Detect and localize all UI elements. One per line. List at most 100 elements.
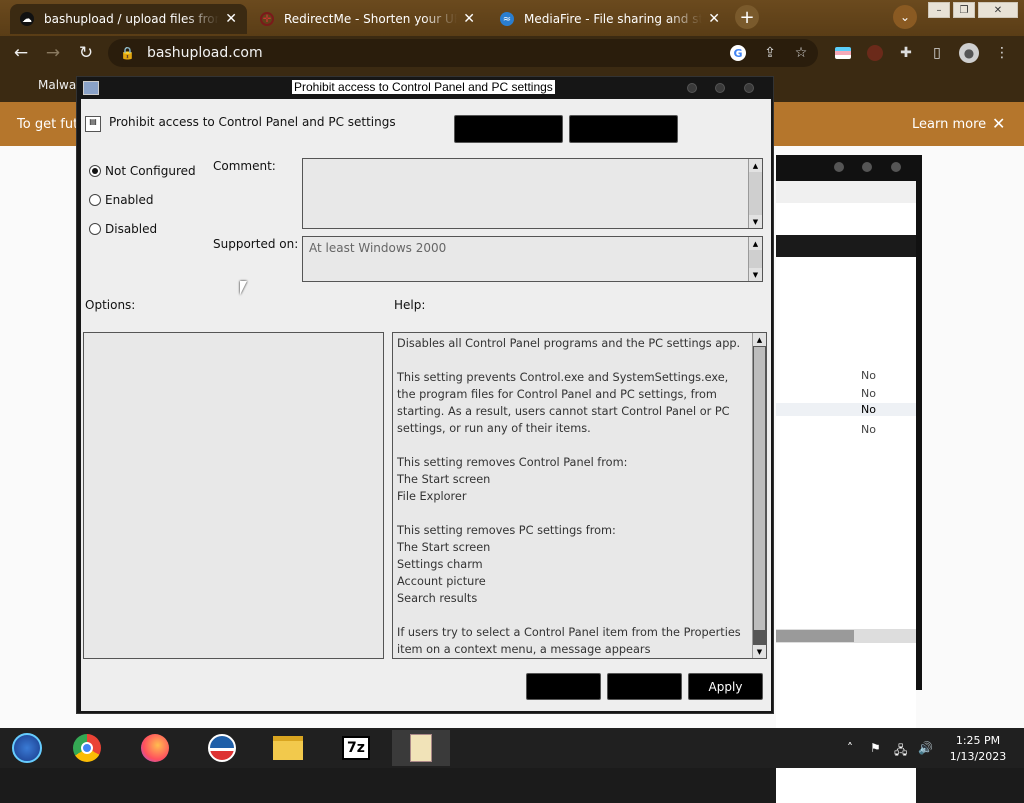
background-window: No No No No	[776, 155, 922, 803]
tab-bashupload[interactable]: ☁ bashupload / upload files from co ✕	[10, 4, 247, 34]
tab-search-button[interactable]: ⌄	[893, 5, 917, 29]
minimize-button[interactable]: –	[928, 2, 950, 18]
close-icon[interactable]: ✕	[225, 11, 237, 27]
supported-on-field: At least Windows 2000 ▲ ▼	[302, 236, 763, 282]
background-window-menubar	[776, 181, 916, 203]
help-label: Help:	[394, 298, 426, 312]
radio-not-configured[interactable]: Not Configured	[89, 164, 196, 178]
radio-label: Disabled	[105, 222, 158, 236]
firefox-icon[interactable]	[133, 730, 177, 766]
radio-label: Enabled	[105, 193, 154, 207]
bookmark-star-icon[interactable]: ☆	[790, 42, 812, 64]
list-item-value: No	[861, 369, 876, 382]
window-dot[interactable]	[891, 162, 901, 172]
window-dot[interactable]	[834, 162, 844, 172]
close-window-button[interactable]: ✕	[978, 2, 1018, 18]
7zip-icon[interactable]: 7z	[334, 730, 378, 766]
supported-on-label: Supported on:	[213, 237, 299, 251]
next-setting-button[interactable]	[569, 115, 678, 143]
help-scrollbar[interactable]: ▲ ▼	[752, 333, 766, 658]
banner-text: To get fut	[17, 117, 79, 132]
notepad-icon[interactable]	[392, 730, 450, 766]
horizontal-scrollbar[interactable]	[776, 629, 916, 643]
chevron-up-icon[interactable]: ˄	[847, 741, 853, 755]
scroll-up-icon[interactable]: ▲	[753, 333, 766, 346]
ok-button[interactable]	[526, 673, 601, 700]
account-icon[interactable]: ●	[958, 42, 980, 64]
reload-button[interactable]: ↻	[75, 42, 97, 64]
list-item-value: No	[776, 403, 916, 416]
scroll-down-icon[interactable]: ▼	[753, 645, 766, 658]
tab-label: bashupload / upload files from co	[44, 12, 219, 26]
google-icon[interactable]: G	[727, 42, 749, 64]
kebab-menu-icon[interactable]: ⋮	[991, 42, 1013, 64]
options-label: Options:	[85, 298, 136, 312]
flag-icon[interactable]: ⚑	[870, 741, 881, 755]
maximize-button[interactable]: ❐	[953, 2, 975, 18]
close-dot[interactable]	[744, 83, 754, 93]
radio-enabled[interactable]: Enabled	[89, 193, 154, 207]
minimize-dot[interactable]	[687, 83, 697, 93]
scroll-down-icon[interactable]: ▼	[749, 268, 762, 281]
previous-setting-button[interactable]	[454, 115, 563, 143]
file-explorer-icon[interactable]	[266, 730, 310, 766]
options-panel	[83, 332, 384, 659]
flag-extension-icon[interactable]	[832, 42, 854, 64]
comment-textarea[interactable]: ▲ ▼	[302, 158, 763, 229]
chrome-icon[interactable]	[65, 730, 109, 766]
background-window-titlebar	[776, 155, 922, 181]
bookmark-item[interactable]: Malwar	[38, 78, 81, 92]
mediafire-icon: ≈	[500, 12, 514, 26]
learn-more-link[interactable]: Learn more	[912, 117, 986, 132]
mouse-cursor-icon	[240, 281, 247, 295]
reload-icon: ↻	[78, 43, 94, 63]
radio-indicator	[89, 223, 101, 235]
close-icon[interactable]: ✕	[708, 11, 720, 27]
radio-indicator	[89, 194, 101, 206]
comment-label: Comment:	[213, 159, 276, 173]
chevron-down-icon: ⌄	[899, 10, 911, 24]
system-clock[interactable]: 1:25 PM 1/13/2023	[942, 733, 1014, 765]
volume-icon[interactable]: 🔊	[918, 741, 933, 755]
start-icon[interactable]	[5, 730, 49, 766]
lock-icon: 🔒	[120, 46, 135, 60]
radio-disabled[interactable]: Disabled	[89, 222, 157, 236]
profile-extension-icon[interactable]	[864, 42, 886, 64]
setting-title: Prohibit access to Control Panel and PC …	[109, 115, 396, 129]
policy-dialog: Prohibit access to Control Panel and PC …	[76, 76, 774, 714]
scroll-up-icon[interactable]: ▲	[749, 159, 762, 172]
network-icon[interactable]: 🖧	[894, 741, 907, 762]
cloud-icon: ☁	[20, 12, 34, 26]
help-panel: Disables all Control Panel programs and …	[392, 332, 767, 659]
close-icon[interactable]: ✕	[992, 114, 1005, 133]
window-dot[interactable]	[862, 162, 872, 172]
scrollbar-thumb[interactable]	[754, 347, 765, 630]
supported-scrollbar[interactable]: ▲ ▼	[748, 237, 762, 281]
scroll-down-icon[interactable]: ▼	[749, 215, 762, 228]
close-icon[interactable]: ✕	[463, 11, 475, 27]
back-button[interactable]: ←	[10, 42, 32, 64]
forward-button[interactable]: →	[42, 42, 64, 64]
tab-mediafire[interactable]: ≈ MediaFire - File sharing and stor ✕	[490, 4, 730, 34]
obama-icon[interactable]	[200, 730, 244, 766]
policy-setting-icon: ▤	[85, 116, 101, 132]
puzzle-icon[interactable]: ✚	[895, 42, 917, 64]
radio-label: Not Configured	[105, 164, 196, 178]
share-icon[interactable]: ⇪	[759, 42, 781, 64]
comment-scrollbar[interactable]: ▲ ▼	[748, 159, 762, 228]
clock-time: 1:25 PM	[955, 734, 1001, 747]
address-bar[interactable]: 🔒 bashupload.com	[108, 39, 818, 67]
maximize-dot[interactable]	[715, 83, 725, 93]
dialog-body: ▤ Prohibit access to Control Panel and P…	[81, 99, 771, 711]
scroll-up-icon[interactable]: ▲	[749, 237, 762, 250]
tab-redirectme[interactable]: ✛ RedirectMe - Shorten your URL ✕	[250, 4, 485, 34]
cancel-button[interactable]	[607, 673, 682, 700]
new-tab-button[interactable]: +	[735, 5, 759, 29]
column-header-bar	[776, 235, 916, 257]
dialog-title: Prohibit access to Control Panel and PC …	[292, 80, 555, 94]
arrow-left-icon: ←	[13, 43, 29, 63]
list-item-value: No	[861, 423, 876, 436]
apply-button[interactable]: Apply	[688, 673, 763, 700]
side-panel-icon[interactable]: ▯	[926, 42, 948, 64]
scrollbar-thumb[interactable]	[776, 630, 854, 642]
